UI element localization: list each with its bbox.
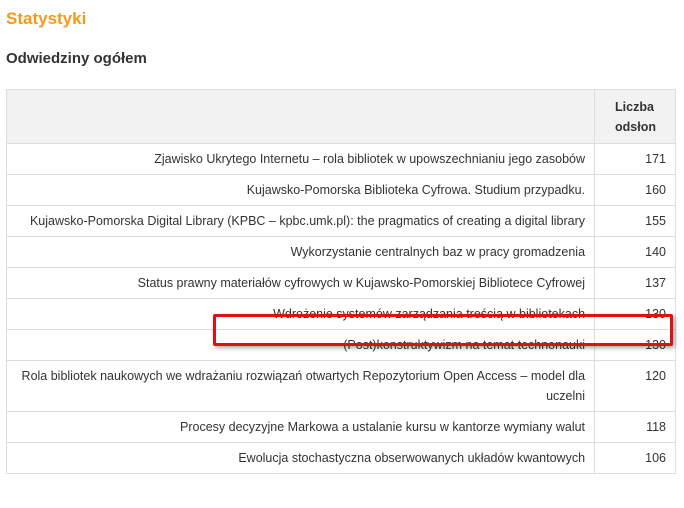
view-count: 130 — [594, 329, 676, 361]
table-row: Kujawsko-Pomorska Digital Library (KPBC … — [5, 205, 676, 237]
item-title: Zjawisko Ukrytego Internetu – rola bibli… — [5, 143, 596, 175]
view-count: 155 — [594, 205, 676, 237]
view-count: 118 — [594, 411, 676, 443]
table-header-row: Liczba odsłon — [5, 89, 676, 144]
table-row: Wykorzystanie centralnych baz w pracy gr… — [5, 236, 676, 268]
item-title: Wdrożenie systemów zarządzania treścią w… — [5, 298, 596, 330]
table-row: Procesy decyzyjne Markowa a ustalanie ku… — [5, 411, 676, 443]
page-title: Statystyki — [6, 9, 87, 28]
item-title: Status prawny materiałów cyfrowych w Kuj… — [5, 267, 596, 299]
item-title: (Post)konstruktywizm na temat technonauk… — [5, 329, 596, 361]
item-title: Wykorzystanie centralnych baz w pracy gr… — [5, 236, 596, 268]
view-count: 130 — [594, 298, 676, 330]
item-title: Kujawsko-Pomorska Digital Library (KPBC … — [5, 205, 596, 237]
view-count: 171 — [594, 143, 676, 175]
table-row: Zjawisko Ukrytego Internetu – rola bibli… — [5, 143, 676, 175]
table-row: Ewolucja stochastyczna obserwowanych ukł… — [5, 442, 676, 474]
column-header-title — [5, 89, 596, 144]
column-header-views: Liczba odsłon — [594, 89, 676, 144]
view-count: 137 — [594, 267, 676, 299]
table-row: Kujawsko-Pomorska Biblioteka Cyfrowa. St… — [5, 174, 676, 206]
view-count: 160 — [594, 174, 676, 206]
table-row-highlighted: Wdrożenie systemów zarządzania treścią w… — [5, 298, 676, 330]
table-row: Rola bibliotek naukowych we wdrażaniu ro… — [5, 360, 676, 412]
view-count: 140 — [594, 236, 676, 268]
view-count: 106 — [594, 442, 676, 474]
item-title: Procesy decyzyjne Markowa a ustalanie ku… — [5, 411, 596, 443]
item-title: Ewolucja stochastyczna obserwowanych ukł… — [5, 442, 596, 474]
table-row: (Post)konstruktywizm na temat technonauk… — [5, 329, 676, 361]
statistics-table: Liczba odsłon Zjawisko Ukrytego Internet… — [5, 89, 676, 474]
table-row: Status prawny materiałów cyfrowych w Kuj… — [5, 267, 676, 299]
view-count: 120 — [594, 360, 676, 412]
item-title: Kujawsko-Pomorska Biblioteka Cyfrowa. St… — [5, 174, 596, 206]
section-title: Odwiedziny ogółem — [6, 50, 147, 67]
item-title: Rola bibliotek naukowych we wdrażaniu ro… — [5, 360, 596, 412]
